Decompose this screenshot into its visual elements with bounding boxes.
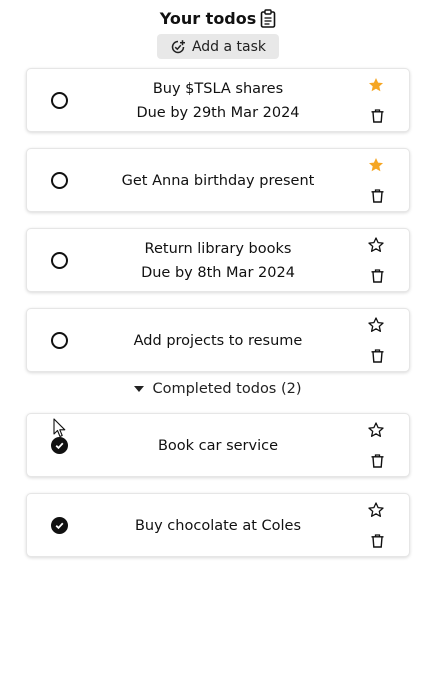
clipboard-icon — [260, 9, 276, 28]
todo-card: Return library books Due by 8th Mar 2024 — [26, 228, 410, 292]
todo-app: Your todos Add a task Buy $TSLA shares D… — [0, 0, 424, 691]
add-task-label: Add a task — [191, 38, 267, 55]
todo-checkbox[interactable] — [51, 172, 68, 189]
trash-icon[interactable] — [371, 349, 384, 363]
add-task-icon — [171, 39, 185, 53]
todo-checkbox-checked[interactable] — [51, 517, 68, 534]
star-outline-icon[interactable] — [368, 502, 384, 518]
todo-title: Book car service — [157, 438, 279, 454]
caret-down-icon — [134, 386, 145, 392]
todo-title: Return library books — [144, 241, 292, 257]
page-title-text: Your todos — [159, 9, 257, 28]
todo-content: Book car service — [87, 414, 349, 478]
todo-checkbox[interactable] — [51, 92, 68, 109]
trash-icon[interactable] — [371, 534, 384, 548]
todo-card: Get Anna birthday present — [26, 148, 410, 212]
todo-card: Buy $TSLA shares Due by 29th Mar 2024 — [26, 68, 410, 132]
trash-icon[interactable] — [371, 454, 384, 468]
star-filled-icon[interactable] — [368, 77, 384, 93]
todo-content: Buy $TSLA shares Due by 29th Mar 2024 — [87, 69, 349, 133]
todo-content: Buy chocolate at Coles — [87, 494, 349, 558]
page-title: Your todos — [0, 9, 424, 28]
todo-title: Buy chocolate at Coles — [134, 518, 301, 534]
checkmark-icon — [55, 442, 64, 450]
checkmark-icon — [55, 522, 64, 530]
todo-checkbox-checked[interactable] — [51, 437, 68, 454]
star-filled-icon[interactable] — [368, 157, 384, 173]
todo-content: Get Anna birthday present — [87, 149, 349, 213]
star-outline-icon[interactable] — [368, 422, 384, 438]
completed-todos-label: Completed todos (2) — [152, 381, 302, 397]
todo-due-date: Due by 29th Mar 2024 — [136, 105, 300, 121]
trash-icon[interactable] — [371, 109, 384, 123]
todo-checkbox[interactable] — [51, 332, 68, 349]
add-task-button[interactable]: Add a task — [157, 34, 279, 59]
todo-content: Return library books Due by 8th Mar 2024 — [87, 229, 349, 293]
todo-content: Add projects to resume — [87, 309, 349, 373]
completed-todos-toggle[interactable]: Completed todos (2) — [0, 381, 424, 397]
todo-title: Get Anna birthday present — [121, 173, 315, 189]
todo-checkbox[interactable] — [51, 252, 68, 269]
todo-card: Add projects to resume — [26, 308, 410, 372]
trash-icon[interactable] — [371, 189, 384, 203]
todo-title: Add projects to resume — [133, 333, 303, 349]
completed-todo-card: Book car service — [26, 413, 410, 477]
completed-todo-card: Buy chocolate at Coles — [26, 493, 410, 557]
star-outline-icon[interactable] — [368, 317, 384, 333]
todo-title: Buy $TSLA shares — [152, 81, 284, 97]
todo-due-date: Due by 8th Mar 2024 — [141, 265, 295, 281]
trash-icon[interactable] — [371, 269, 384, 283]
mouse-cursor-icon — [53, 418, 66, 438]
star-outline-icon[interactable] — [368, 237, 384, 253]
